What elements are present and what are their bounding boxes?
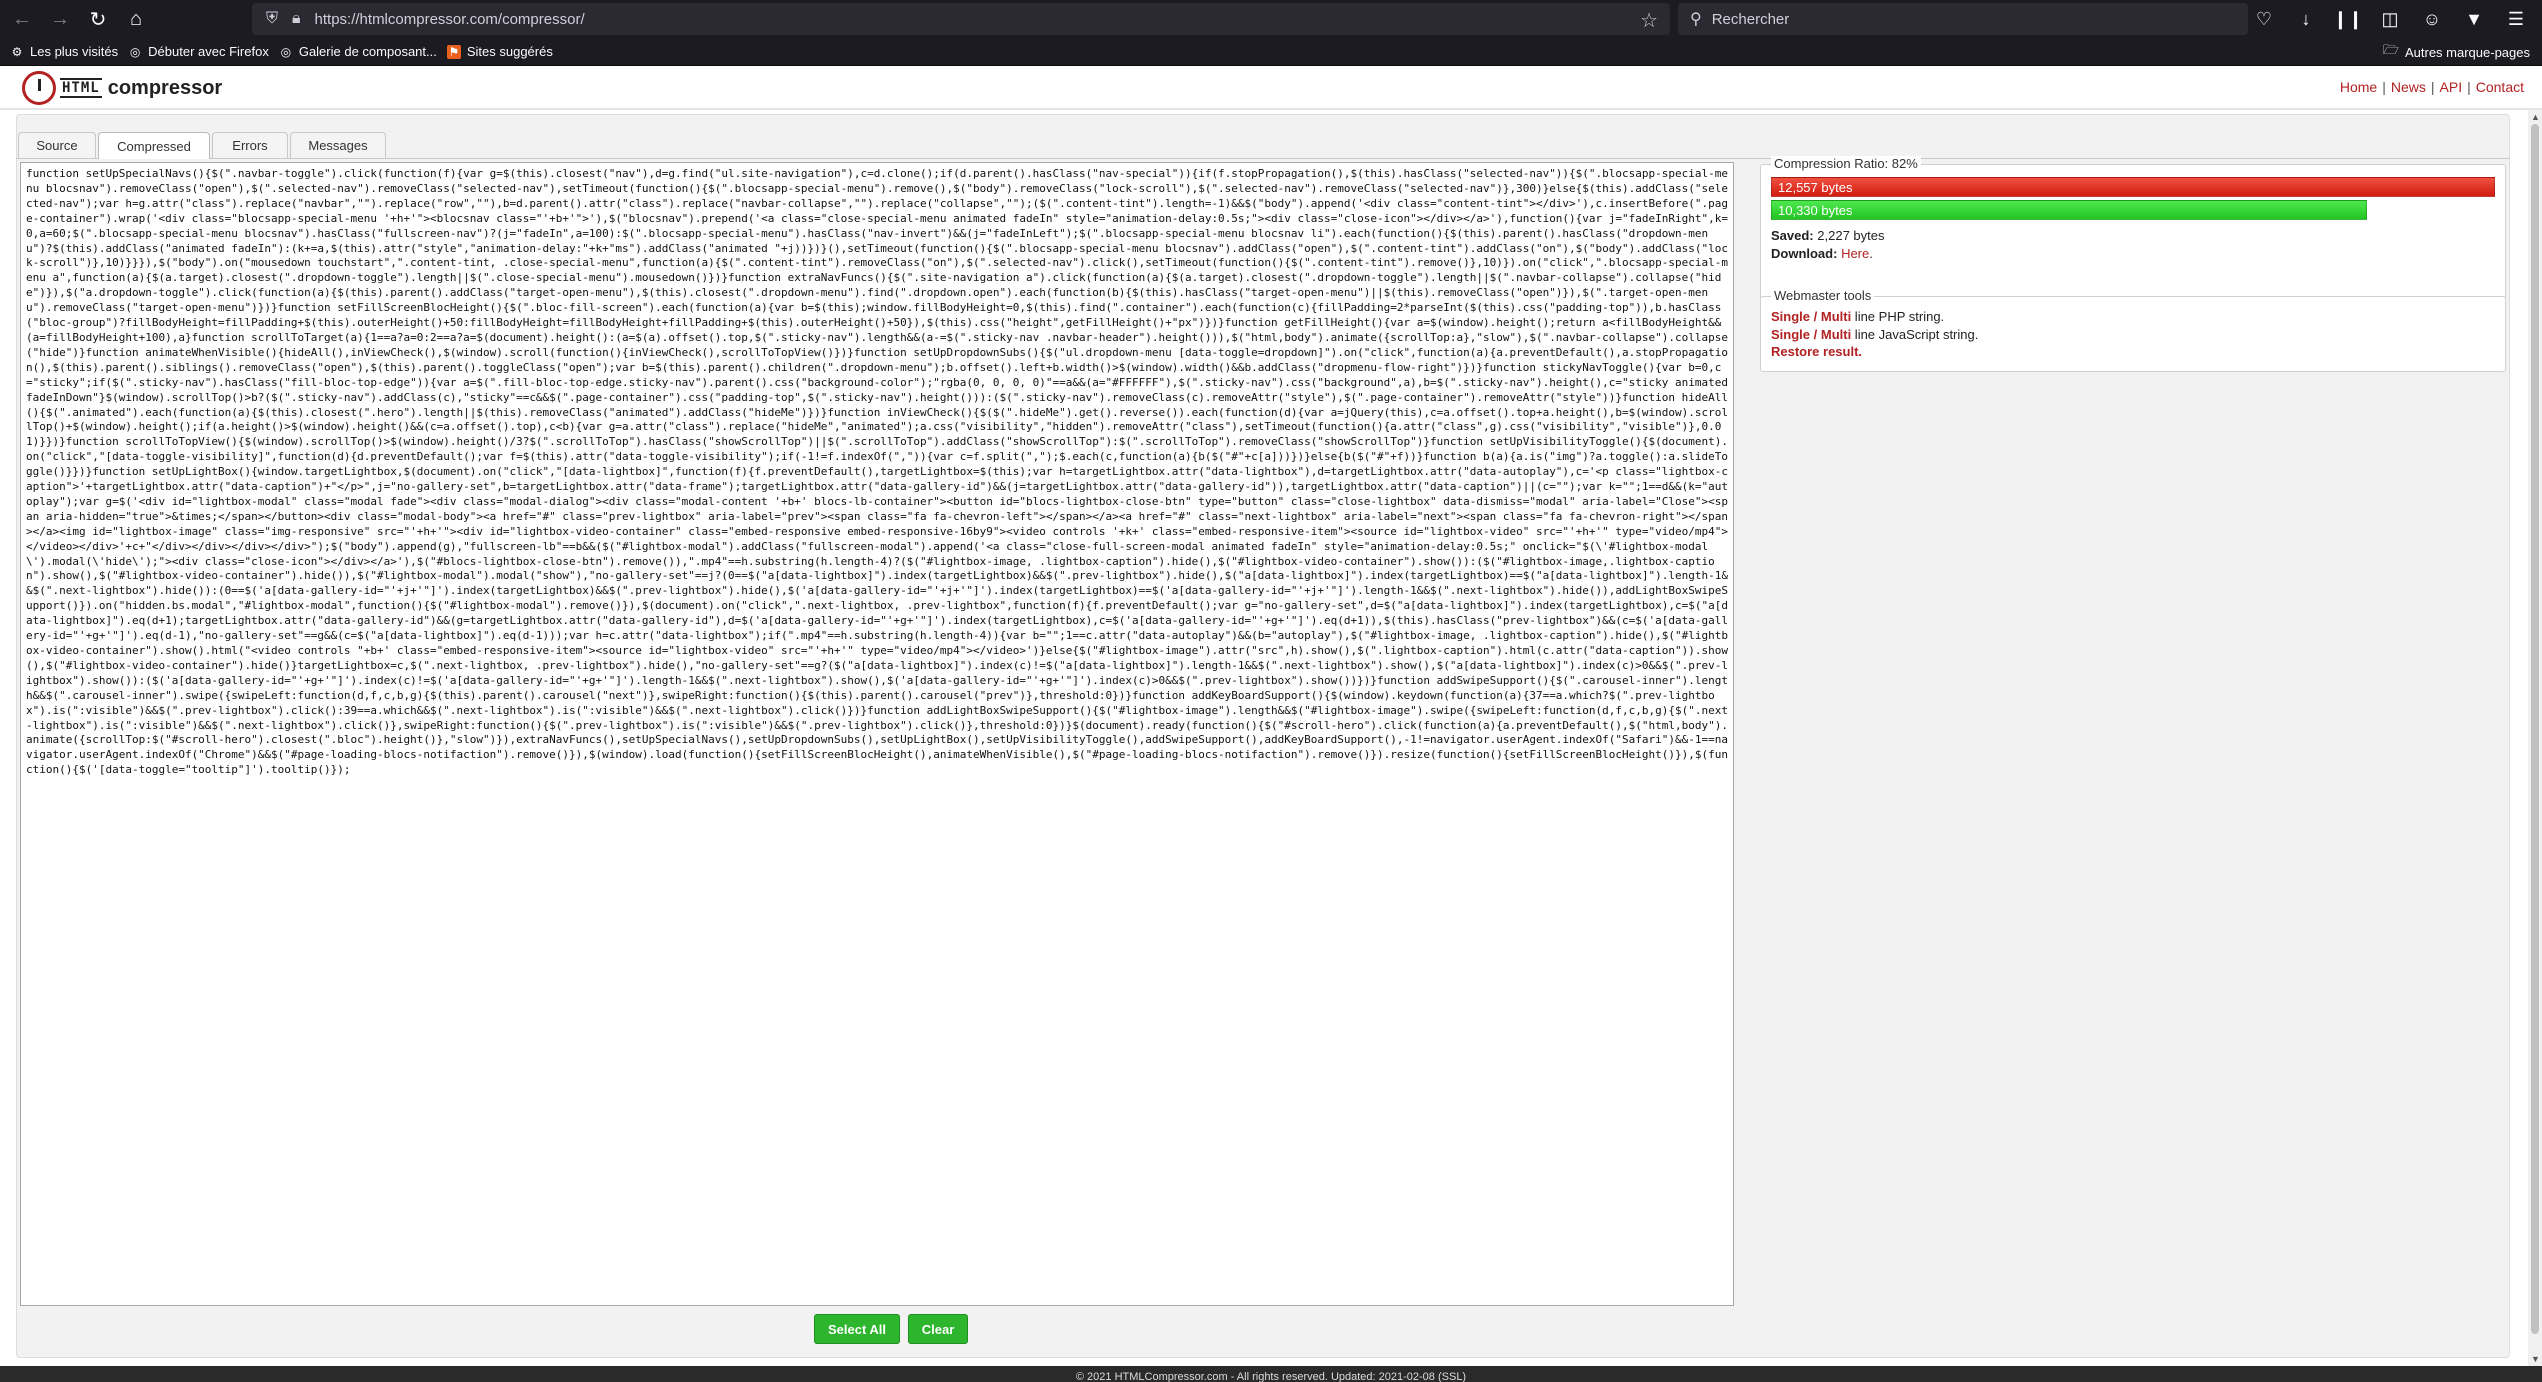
clear-button[interactable]: Clear — [908, 1314, 968, 1344]
tab-compressed[interactable]: Compressed — [98, 132, 210, 159]
search-placeholder: Rechercher — [1711, 10, 1790, 28]
tab-source[interactable]: Source — [18, 132, 96, 158]
globe-icon: ◎ — [129, 44, 141, 59]
nav-link-api[interactable]: API — [2440, 79, 2463, 95]
page-scrollbar[interactable]: ▲ ▼ — [2528, 110, 2542, 1366]
php-string-tool: Single / Multi line PHP string. — [1771, 309, 1944, 324]
download-link[interactable]: Here — [1841, 246, 1869, 261]
site-header: HTML compressor Home | News | API | Contact — [0, 66, 2542, 110]
site-logo[interactable]: HTML compressor — [22, 71, 222, 105]
page: HTML compressor Home | News | API | Contact So… — [0, 66, 2542, 1382]
clock-icon — [22, 71, 56, 105]
toolbar-actions: ♡ ↓ ❙❙ ◫ ☺ ▼ ☰ — [2248, 0, 2532, 38]
php-sep: / — [1810, 309, 1821, 324]
js-string-tool: Single / Multi line JavaScript string. — [1771, 327, 1978, 342]
nav-separator: | — [2382, 79, 2386, 95]
restore-tool: Restore result. — [1771, 344, 1862, 359]
bookmark-item-gallery[interactable]: ◎ Galerie de composant... — [279, 44, 437, 59]
nav-link-news[interactable]: News — [2391, 79, 2426, 95]
select-all-button[interactable]: Select All — [814, 1314, 900, 1344]
browser-toolbar: ← → ↻ ⌂ ⛨ 🔒︎ https://htmlcompressor.com/… — [0, 0, 2542, 38]
reload-icon[interactable]: ↻ — [82, 3, 114, 35]
php-multi-link[interactable]: Multi — [1821, 309, 1851, 324]
bookmark-star-icon[interactable]: ☆ — [1640, 8, 1658, 33]
other-bookmarks[interactable]: 🗁︎ Autres marque-pages — [2383, 38, 2530, 66]
original-size-label: 12,557 bytes — [1778, 179, 1853, 195]
scrollbar-thumb[interactable] — [2531, 124, 2539, 1334]
address-bar[interactable]: ⛨ 🔒︎ https://htmlcompressor.com/compress… — [252, 3, 1670, 35]
saved-value: 2,227 bytes — [1817, 228, 1885, 243]
extensions-icon[interactable]: ▼ — [2458, 3, 2490, 35]
tab-errors[interactable]: Errors — [212, 132, 288, 158]
home-icon[interactable]: ⌂ — [120, 3, 152, 35]
php-single-link[interactable]: Single — [1771, 309, 1810, 324]
pocket-icon[interactable]: ♡ — [2248, 3, 2280, 35]
library-icon[interactable]: ❙❙ — [2332, 3, 2364, 35]
site-footer: © 2021 HTMLCompressor.com - All rights r… — [0, 1366, 2542, 1382]
compression-ratio-legend: Compression Ratio: 82% — [1771, 156, 1921, 171]
bookmark-item-most-visited[interactable]: ⚙ Les plus visités — [10, 44, 119, 59]
nav-link-contact[interactable]: Contact — [2476, 79, 2524, 95]
tab-messages[interactable]: Messages — [290, 132, 386, 158]
compressed-size-label: 10,330 bytes — [1778, 202, 1853, 218]
restore-result-link[interactable]: Restore result. — [1771, 344, 1862, 359]
search-icon: ⚲ — [1690, 11, 1702, 28]
nav-separator: | — [2430, 79, 2435, 95]
scroll-up-arrow-icon[interactable]: ▲ — [2531, 112, 2540, 122]
logo-mark: HTML — [60, 78, 102, 98]
original-size-bar: 12,557 bytes — [1771, 177, 2495, 197]
back-arrow-icon[interactable]: ← — [6, 3, 38, 35]
saved-label: Saved: — [1771, 228, 1814, 243]
bookmark-item-getting-started[interactable]: ◎ Débuter avec Firefox — [128, 44, 269, 59]
account-icon[interactable]: ☺ — [2416, 3, 2448, 35]
shield-icon[interactable]: ⛨ — [266, 10, 278, 28]
scroll-down-arrow-icon[interactable]: ▼ — [2531, 1354, 2540, 1364]
download-stat: Download: Here. — [1771, 246, 1873, 261]
folder-icon: 🗁︎ — [2382, 42, 2399, 57]
bookmark-flag-icon: ⚑ — [446, 44, 461, 59]
nav-separator: | — [2467, 79, 2471, 95]
compressed-output-textarea[interactable]: function setUpSpecialNavs(){$(".navbar-t… — [20, 162, 1734, 1306]
webmaster-tools-legend: Webmaster tools — [1771, 288, 1875, 303]
sidebar-icon[interactable]: ◫ — [2374, 3, 2406, 35]
url-text[interactable]: https://htmlcompressor.com/compressor/ — [315, 11, 585, 28]
forward-arrow-icon[interactable]: → — [44, 3, 76, 35]
php-text: line PHP string. — [1851, 309, 1945, 324]
logo-text: compressor — [107, 76, 223, 99]
js-text: line JavaScript string. — [1851, 327, 1979, 342]
js-single-link[interactable]: Single — [1771, 327, 1810, 342]
bookmarks-bar: ⚙ Les plus visités ◎ Débuter avec Firefo… — [0, 38, 2542, 66]
saved-stat: Saved: 2,227 bytes — [1771, 228, 1884, 243]
bookmark-item-suggested-sites[interactable]: ⚑ Sites suggérés — [446, 44, 553, 59]
menu-icon[interactable]: ☰ — [2500, 3, 2532, 35]
download-label: Download: — [1771, 246, 1838, 261]
top-nav: Home | News | API | Contact — [2340, 79, 2524, 95]
download-period: . — [1869, 246, 1873, 261]
tab-divider — [16, 158, 2510, 159]
globe-icon: ◎ — [280, 44, 292, 59]
nav-link-home[interactable]: Home — [2340, 79, 2377, 95]
js-multi-link[interactable]: Multi — [1821, 327, 1851, 342]
compressed-size-bar: 10,330 bytes — [1771, 200, 2367, 220]
download-icon[interactable]: ↓ — [2290, 3, 2322, 35]
js-sep: / — [1810, 327, 1821, 342]
webmaster-tools-box: Webmaster tools Single / Multi line PHP … — [1760, 288, 2506, 372]
search-input[interactable]: ⚲ Rechercher — [1678, 3, 2248, 35]
lock-icon[interactable]: 🔒︎ — [292, 10, 301, 28]
gear-icon: ⚙ — [11, 44, 23, 59]
